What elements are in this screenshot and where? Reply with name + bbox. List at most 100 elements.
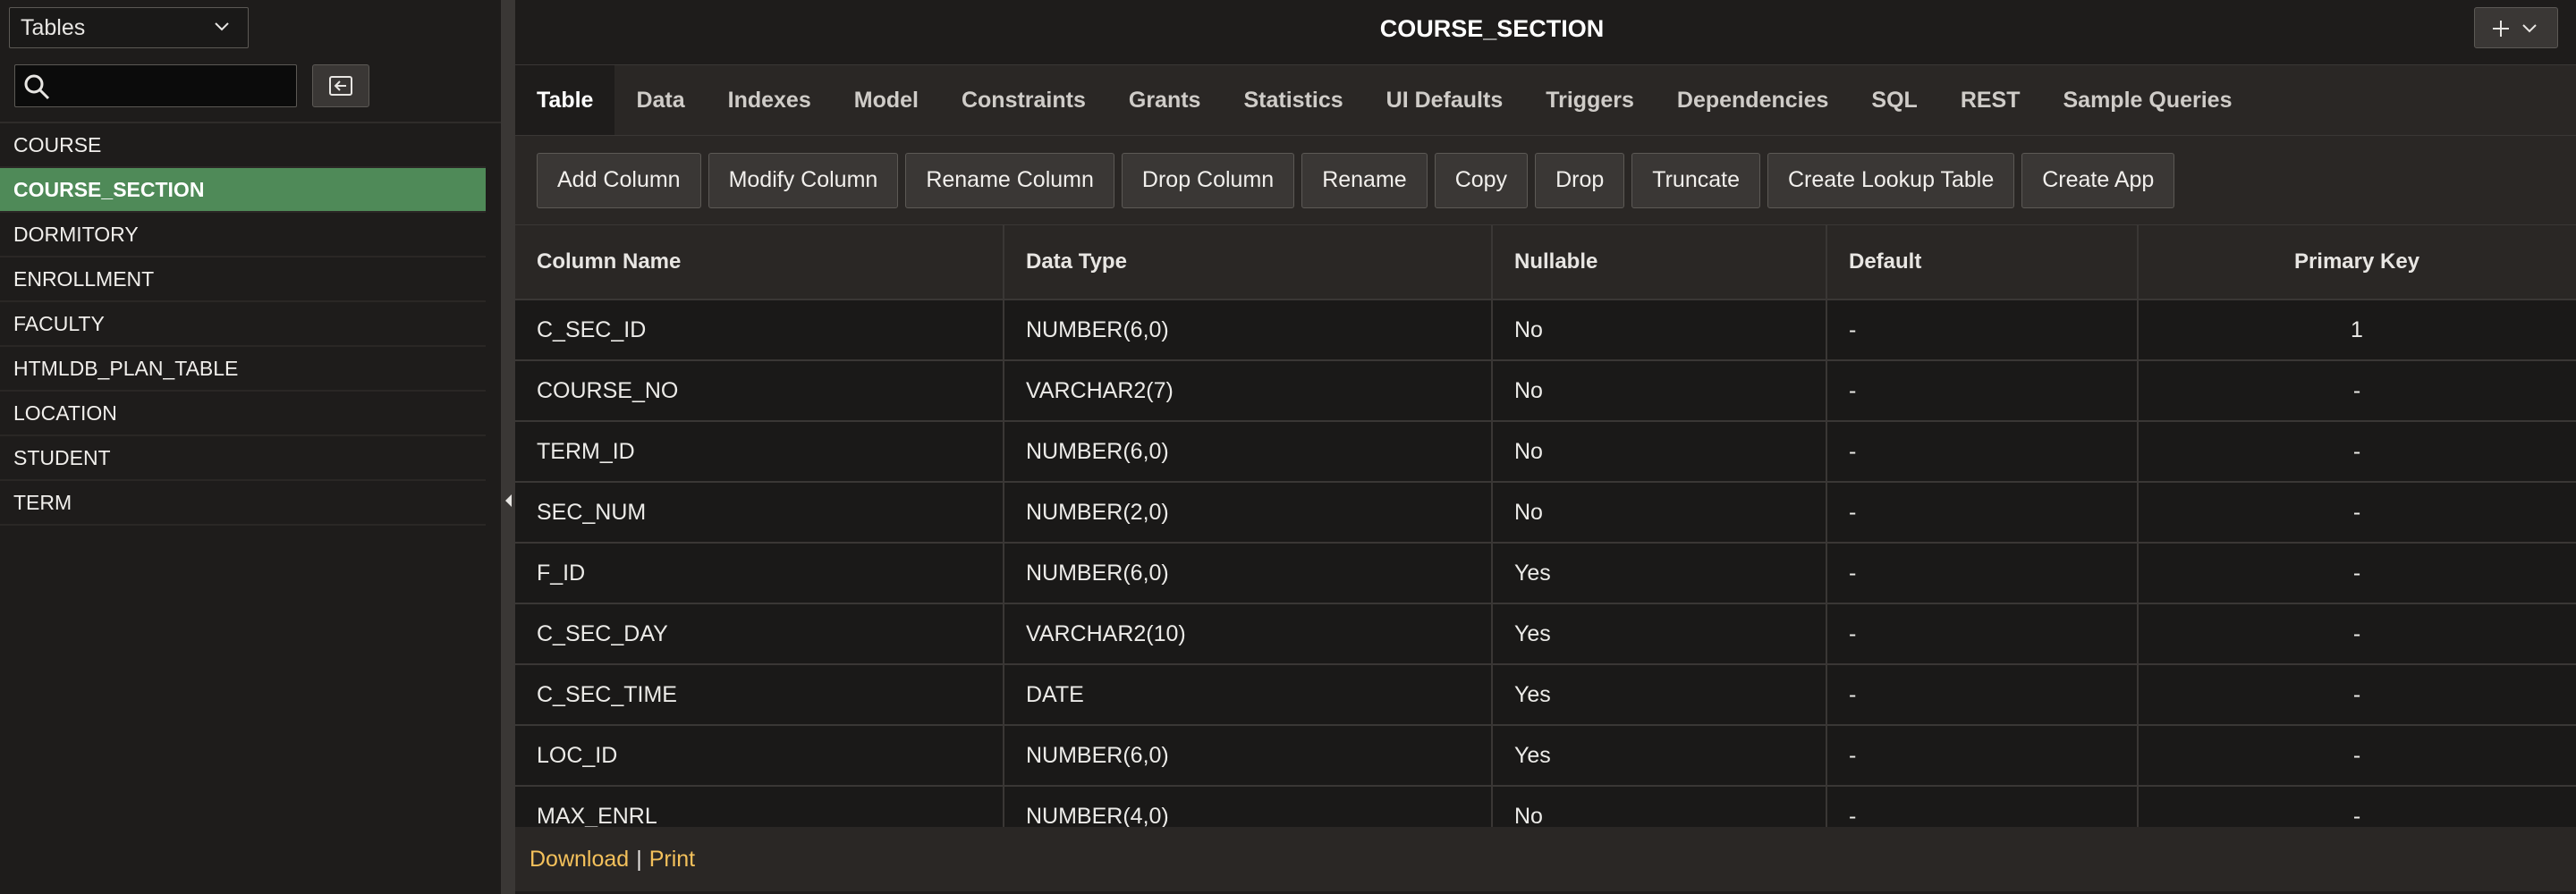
sidebar-item-location[interactable]: LOCATION bbox=[0, 392, 486, 436]
collapse-search-button[interactable] bbox=[312, 64, 369, 107]
search-field[interactable] bbox=[14, 64, 297, 107]
page-title: COURSE_SECTION bbox=[1379, 15, 1605, 42]
tab-model[interactable]: Model bbox=[833, 65, 940, 135]
copy-button[interactable]: Copy bbox=[1434, 152, 1529, 208]
chevron-down-icon bbox=[215, 22, 229, 31]
sidebar-item-term[interactable]: TERM bbox=[0, 481, 486, 526]
cell-data-type: NUMBER(2,0) bbox=[1004, 482, 1493, 544]
cell-primary-key: 1 bbox=[2138, 299, 2576, 361]
cell-nullable: No bbox=[1492, 299, 1827, 361]
cell-nullable: No bbox=[1492, 482, 1827, 544]
main-panel: COURSE_SECTION Table Data Indexes Model Cons… bbox=[515, 0, 2576, 894]
column-header-primary-key: Primary Key bbox=[2138, 225, 2576, 300]
cell-primary-key: - bbox=[2138, 664, 2576, 726]
report-footer: Download | Print bbox=[515, 827, 2576, 891]
add-column-button[interactable]: Add Column bbox=[537, 152, 701, 208]
cell-default: - bbox=[1826, 299, 2139, 361]
tab-table[interactable]: Table bbox=[515, 65, 615, 135]
truncate-button[interactable]: Truncate bbox=[1631, 152, 1760, 208]
sidebar-item-dormitory[interactable]: DORMITORY bbox=[0, 213, 486, 257]
tab-triggers[interactable]: Triggers bbox=[1524, 65, 1656, 135]
table-row: COURSE_NO VARCHAR2(7) No - - bbox=[515, 360, 2576, 422]
sidebar-item-faculty[interactable]: FACULTY bbox=[0, 302, 486, 347]
sidebar-splitter[interactable] bbox=[501, 0, 515, 894]
cell-nullable: Yes bbox=[1492, 664, 1827, 726]
tab-sql[interactable]: SQL bbox=[1850, 65, 1938, 135]
cell-default: - bbox=[1826, 421, 2139, 483]
column-header-nullable: Nullable bbox=[1492, 225, 1827, 300]
sidebar-item-course[interactable]: COURSE bbox=[0, 123, 486, 168]
tab-dependencies[interactable]: Dependencies bbox=[1656, 65, 1851, 135]
cell-column-name: F_ID bbox=[515, 543, 1004, 604]
cell-data-type: NUMBER(6,0) bbox=[1004, 299, 1493, 361]
cell-column-name: C_SEC_TIME bbox=[515, 664, 1004, 726]
plus-icon bbox=[2493, 21, 2509, 37]
create-app-button[interactable]: Create App bbox=[2021, 152, 2175, 208]
rename-button[interactable]: Rename bbox=[1301, 152, 1428, 208]
tab-grants[interactable]: Grants bbox=[1107, 65, 1223, 135]
tab-indexes[interactable]: Indexes bbox=[707, 65, 833, 135]
collapse-left-icon[interactable] bbox=[504, 493, 513, 509]
tab-rest[interactable]: REST bbox=[1939, 65, 2042, 135]
app: Tables COURSE COURSE_SECTION DORMITORY ENRO… bbox=[0, 0, 2576, 894]
table-header-row: Column Name Data Type Nullable Default Prima… bbox=[515, 225, 2576, 300]
chevron-down-icon bbox=[2522, 24, 2537, 33]
cell-default: - bbox=[1826, 664, 2139, 726]
modify-column-button[interactable]: Modify Column bbox=[708, 152, 899, 208]
columns-table: Column Name Data Type Nullable Default Prima… bbox=[515, 225, 2576, 848]
cell-column-name: COURSE_NO bbox=[515, 360, 1004, 422]
rename-column-button[interactable]: Rename Column bbox=[905, 152, 1114, 208]
cell-data-type: VARCHAR2(7) bbox=[1004, 360, 1493, 422]
object-type-value: Tables bbox=[21, 14, 86, 40]
cell-primary-key: - bbox=[2138, 603, 2576, 665]
cell-nullable: No bbox=[1492, 421, 1827, 483]
cell-nullable: No bbox=[1492, 360, 1827, 422]
drop-column-button[interactable]: Drop Column bbox=[1121, 152, 1295, 208]
cell-column-name: LOC_ID bbox=[515, 725, 1004, 787]
sidebar-item-enrollment[interactable]: ENROLLMENT bbox=[0, 257, 486, 302]
title-bar: COURSE_SECTION bbox=[515, 0, 2576, 64]
search-icon bbox=[24, 74, 50, 100]
table-row: SEC_NUM NUMBER(2,0) No - - bbox=[515, 482, 2576, 544]
column-header-default: Default bbox=[1826, 225, 2139, 300]
cell-column-name: C_SEC_DAY bbox=[515, 603, 1004, 665]
sidebar-item-htmldb-plan-table[interactable]: HTMLDB_PLAN_TABLE bbox=[0, 347, 486, 392]
cell-default: - bbox=[1826, 725, 2139, 787]
table-row: C_SEC_DAY VARCHAR2(10) Yes - - bbox=[515, 603, 2576, 665]
cell-data-type: VARCHAR2(10) bbox=[1004, 603, 1493, 665]
cell-primary-key: - bbox=[2138, 725, 2576, 787]
cell-default: - bbox=[1826, 543, 2139, 604]
cell-primary-key: - bbox=[2138, 543, 2576, 604]
back-icon bbox=[329, 76, 352, 96]
cell-primary-key: - bbox=[2138, 421, 2576, 483]
tab-data[interactable]: Data bbox=[614, 65, 706, 135]
print-link[interactable]: Print bbox=[649, 847, 695, 873]
column-header-data-type: Data Type bbox=[1004, 225, 1493, 300]
sidebar-item-course-section[interactable]: COURSE_SECTION bbox=[0, 168, 486, 213]
download-link[interactable]: Download bbox=[530, 847, 629, 873]
create-lookup-table-button[interactable]: Create Lookup Table bbox=[1767, 152, 2015, 208]
table-row: F_ID NUMBER(6,0) Yes - - bbox=[515, 543, 2576, 604]
cell-nullable: Yes bbox=[1492, 543, 1827, 604]
cell-default: - bbox=[1826, 603, 2139, 665]
tab-ui-defaults[interactable]: UI Defaults bbox=[1365, 65, 1525, 135]
cell-primary-key: - bbox=[2138, 482, 2576, 544]
table-row: C_SEC_TIME DATE Yes - - bbox=[515, 664, 2576, 726]
sidebar-item-student[interactable]: STUDENT bbox=[0, 436, 486, 481]
cell-column-name: C_SEC_ID bbox=[515, 299, 1004, 361]
drop-button[interactable]: Drop bbox=[1535, 152, 1625, 208]
sidebar: Tables COURSE COURSE_SECTION DORMITORY ENRO… bbox=[0, 0, 501, 894]
cell-nullable: Yes bbox=[1492, 725, 1827, 787]
cell-default: - bbox=[1826, 360, 2139, 422]
tab-statistics[interactable]: Statistics bbox=[1222, 65, 1364, 135]
object-type-select[interactable]: Tables bbox=[9, 7, 249, 48]
cell-primary-key: - bbox=[2138, 360, 2576, 422]
tab-constraints[interactable]: Constraints bbox=[940, 65, 1107, 135]
table-row: LOC_ID NUMBER(6,0) Yes - - bbox=[515, 725, 2576, 787]
cell-data-type: DATE bbox=[1004, 664, 1493, 726]
cell-default: - bbox=[1826, 482, 2139, 544]
cell-data-type: NUMBER(6,0) bbox=[1004, 543, 1493, 604]
add-menu-button[interactable] bbox=[2474, 7, 2558, 48]
tab-sample-queries[interactable]: Sample Queries bbox=[2042, 65, 2254, 135]
search-input[interactable] bbox=[55, 69, 291, 105]
